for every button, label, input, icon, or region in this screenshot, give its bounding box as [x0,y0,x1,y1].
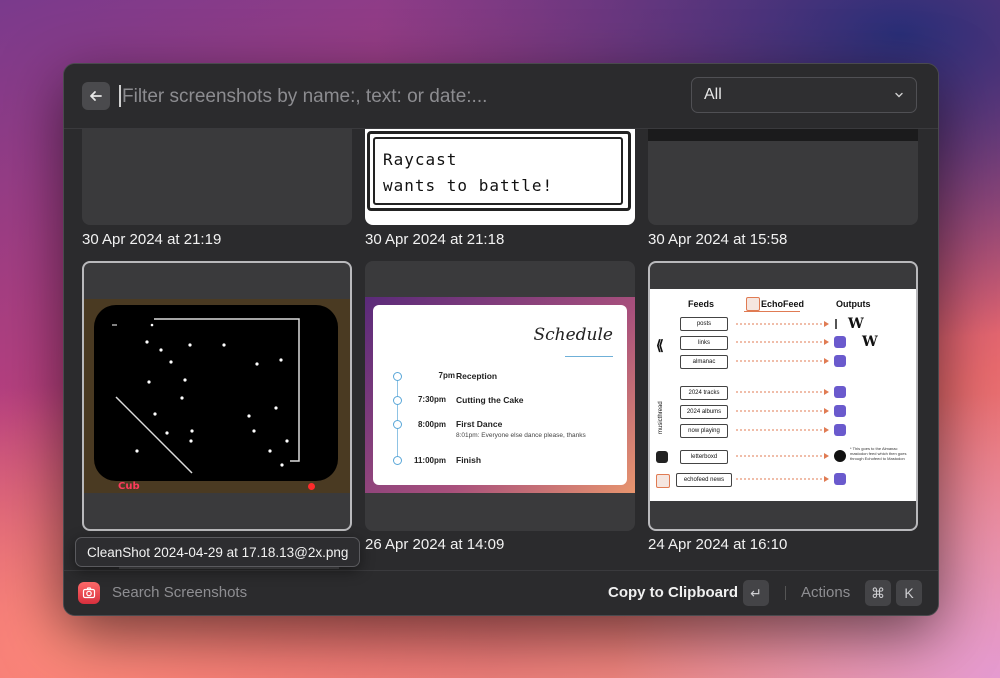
feed-item: echofeed news [676,473,732,487]
arcade-light [308,483,315,490]
return-key-icon: ↵ [743,580,769,606]
arcade-screen-frame: Cub [84,299,350,493]
event-time: 11:00pm [413,456,446,465]
screenshot-date: 30 Apr 2024 at 21:18 [365,231,505,248]
k-key-icon: K [896,580,922,606]
screenshot-thumbnail-hovered[interactable]: Cub [82,261,352,531]
arcade-logo: Cub [118,481,140,492]
camera-icon [82,587,96,599]
camera-app-icon [78,582,100,604]
schedule-title: Schedule [533,325,613,345]
search-bar: All [64,64,938,129]
action-bar: Search Screenshots Copy to Clipboard ↵ A… [64,570,938,615]
battle-dialog: Raycast wants to battle! [365,129,635,215]
separator [785,586,786,600]
w-logo-icon: W [862,334,878,350]
event-time: 7pm [438,371,455,380]
feed-item: posts [680,317,728,331]
screenshots-window: All 30 Apr 2024 at 21:19 Raycast wants t… [63,63,939,616]
feed-item: letterboxd [680,450,728,464]
feed-item: 2024 tracks [680,386,728,400]
event-time: 7:30pm [417,395,446,404]
w-logo-icon: W [848,316,864,332]
filename-tooltip: CleanShot 2024-04-29 at 17.18.13@2x.png [75,537,361,567]
battle-text-line-2: wants to battle! [383,176,554,195]
command-title: Search Screenshots [112,584,248,601]
filter-dropdown[interactable]: All [691,77,917,113]
battle-text-line-1: Raycast [383,150,458,169]
search-input[interactable] [120,80,684,114]
arrow-left-icon [90,91,102,101]
copy-to-clipboard-action[interactable]: Copy to Clipboard [608,584,738,601]
feed-item: almanac [680,355,728,369]
screenshot-date: 30 Apr 2024 at 21:19 [82,231,222,248]
actions-button[interactable]: Actions [801,584,850,601]
filter-selected-value: All [704,86,722,103]
feed-item: links [680,336,728,350]
event-name: Finish [456,455,482,465]
event-name: Cutting the Cake [456,395,524,405]
event-note: 8:01pm: Everyone else dance please, than… [456,432,586,439]
arcade-starfield [112,318,300,474]
arcade-screen [94,305,338,481]
screenshot-grid: 30 Apr 2024 at 21:19 Raycast wants to ba… [64,129,938,569]
back-button[interactable] [82,82,110,110]
feed-item: 2024 albums [680,405,728,419]
schedule-image: Schedule 7pm Reception 7:30pm Cutting th… [365,297,635,493]
screenshot-thumbnail[interactable]: Schedule 7pm Reception 7:30pm Cutting th… [365,261,635,531]
schedule-card: Schedule 7pm Reception 7:30pm Cutting th… [373,305,627,485]
screenshot-date: 26 Apr 2024 at 14:09 [365,536,505,553]
diagram-footnote: * This goes to the Almanac mastodon feed… [850,446,907,461]
event-name: Reception [456,371,498,381]
event-time: 8:00pm [417,420,446,429]
command-key-icon: ⌘ [865,580,891,606]
next-row-peek [119,567,339,569]
screenshot-date: 24 Apr 2024 at 16:10 [648,536,788,553]
screenshot-thumbnail[interactable] [82,129,352,225]
feed-item: now playing [680,424,728,438]
chevron-down-icon [895,92,903,98]
screenshot-thumbnail[interactable] [648,129,918,225]
screenshot-thumbnail-selected[interactable]: Feeds EchoFeed Outputs ⟪ musicthread W W… [648,261,918,531]
event-name: First Dance [456,419,503,429]
echofeed-diagram: Feeds EchoFeed Outputs ⟪ musicthread W W… [650,289,916,501]
thumbnail-fragment [648,129,918,141]
screenshot-thumbnail[interactable]: Raycast wants to battle! [365,129,635,225]
screenshot-date: 30 Apr 2024 at 15:58 [648,231,788,248]
